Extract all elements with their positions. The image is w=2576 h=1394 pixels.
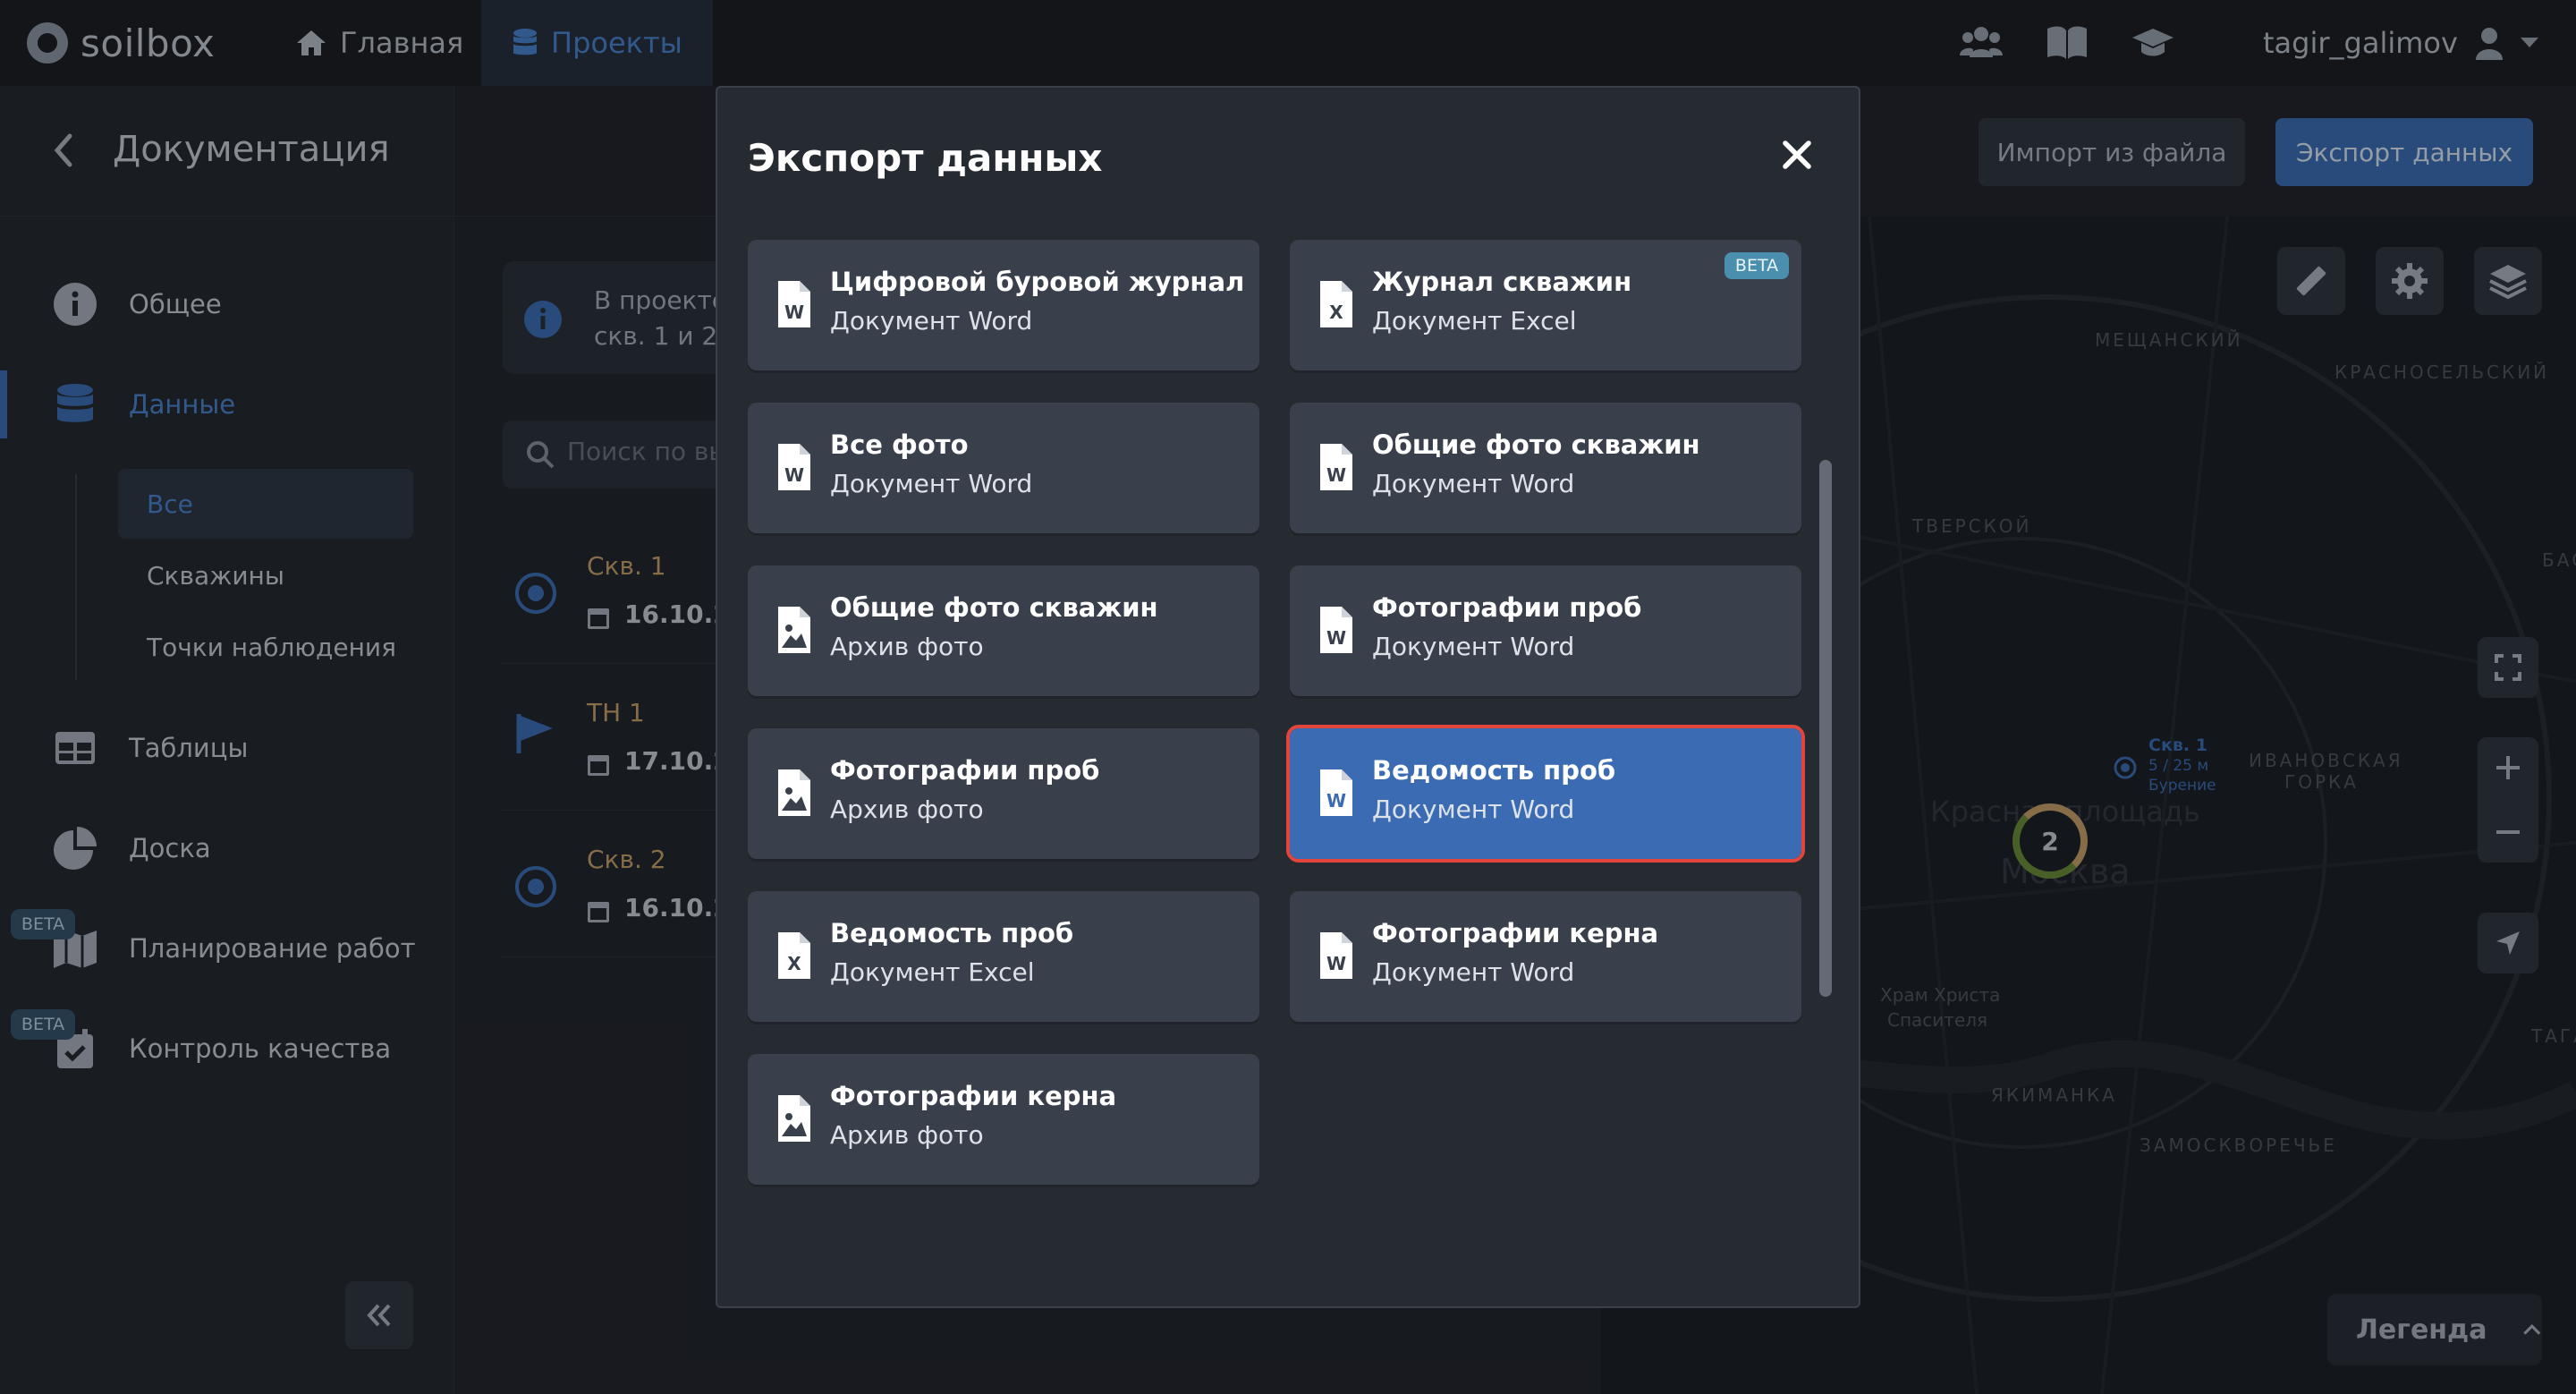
tile-title: Общие фото скважин bbox=[830, 592, 1158, 623]
tile-subtitle: Документ Excel bbox=[830, 957, 1035, 987]
svg-text:W: W bbox=[784, 302, 804, 323]
export-tile-sample-photos-word[interactable]: W Фотографии проб Документ Word bbox=[1290, 565, 1801, 696]
tile-subtitle: Документ Word bbox=[1372, 795, 1575, 824]
tile-subtitle: Документ Word bbox=[1372, 469, 1575, 498]
tile-subtitle: Архив фото bbox=[830, 632, 984, 661]
export-tile-sample-photos-archive[interactable]: Фотографии проб Архив фото bbox=[748, 728, 1259, 859]
tile-subtitle: Архив фото bbox=[830, 1120, 984, 1150]
export-tile-general-well-photos-archive[interactable]: Общие фото скважин Архив фото bbox=[748, 565, 1259, 696]
tile-title: Журнал скважин bbox=[1372, 267, 1632, 297]
word-file-icon: W bbox=[1320, 769, 1352, 816]
svg-text:X: X bbox=[1329, 302, 1343, 323]
image-file-icon bbox=[778, 607, 810, 653]
svg-text:X: X bbox=[787, 953, 801, 974]
svg-text:W: W bbox=[1326, 953, 1346, 974]
word-file-icon: W bbox=[1320, 932, 1352, 979]
word-file-icon: W bbox=[778, 444, 810, 490]
tile-subtitle: Документ Word bbox=[830, 469, 1033, 498]
tile-subtitle: Документ Word bbox=[830, 306, 1033, 336]
word-file-icon: W bbox=[778, 281, 810, 327]
tile-subtitle: Архив фото bbox=[830, 795, 984, 824]
tile-title: Фотографии керна bbox=[830, 1081, 1117, 1111]
svg-text:W: W bbox=[1326, 790, 1346, 812]
tile-title: Цифровой буровой журнал bbox=[830, 267, 1245, 297]
modal-scrollbar[interactable] bbox=[1819, 460, 1832, 997]
export-tile-all-photos-word[interactable]: W Все фото Документ Word bbox=[748, 403, 1259, 533]
tile-title: Фотографии проб bbox=[830, 755, 1100, 786]
svg-text:W: W bbox=[1326, 464, 1346, 486]
svg-text:W: W bbox=[1326, 627, 1346, 649]
close-icon[interactable] bbox=[1776, 134, 1818, 175]
export-tile-sample-register-word[interactable]: W Ведомость проб Документ Word bbox=[1286, 725, 1805, 863]
export-tile-digital-drilling-log-word[interactable]: W Цифровой буровой журнал Документ Word bbox=[748, 240, 1259, 370]
tile-subtitle: Документ Word bbox=[1372, 957, 1575, 987]
tile-title: Фотографии керна bbox=[1372, 918, 1659, 948]
export-tile-well-log-excel[interactable]: X Журнал скважин Документ Excel BETA bbox=[1290, 240, 1801, 370]
svg-text:W: W bbox=[784, 464, 804, 486]
export-tile-general-well-photos-word[interactable]: W Общие фото скважин Документ Word bbox=[1290, 403, 1801, 533]
tile-title: Общие фото скважин bbox=[1372, 429, 1700, 460]
tile-title: Фотографии проб bbox=[1372, 592, 1642, 623]
export-tile-core-photos-word[interactable]: W Фотографии керна Документ Word bbox=[1290, 891, 1801, 1022]
export-tile-sample-register-excel[interactable]: X Ведомость проб Документ Excel bbox=[748, 891, 1259, 1022]
modal-title: Экспорт данных bbox=[748, 136, 1103, 180]
tile-title: Ведомость проб bbox=[830, 918, 1074, 948]
beta-badge: BETA bbox=[1724, 252, 1789, 279]
tile-subtitle: Документ Word bbox=[1372, 632, 1575, 661]
export-data-modal: Экспорт данных W Цифровой буровой журнал… bbox=[716, 86, 1860, 1308]
export-tile-core-photos-archive[interactable]: Фотографии керна Архив фото bbox=[748, 1054, 1259, 1185]
image-file-icon bbox=[778, 769, 810, 816]
image-file-icon bbox=[778, 1095, 810, 1142]
word-file-icon: W bbox=[1320, 444, 1352, 490]
word-file-icon: W bbox=[1320, 607, 1352, 653]
excel-file-icon: X bbox=[1320, 281, 1352, 327]
tile-title: Все фото bbox=[830, 429, 969, 460]
excel-file-icon: X bbox=[778, 932, 810, 979]
tile-title: Ведомость проб bbox=[1372, 755, 1616, 786]
tile-subtitle: Документ Excel bbox=[1372, 306, 1577, 336]
